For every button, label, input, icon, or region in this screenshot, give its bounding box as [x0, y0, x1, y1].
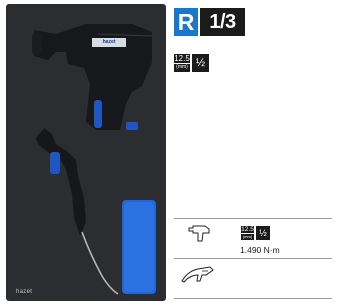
divider-line — [174, 218, 332, 219]
tray-illustration — [32, 24, 156, 295]
module-fraction-badge: 1/3 — [200, 8, 245, 36]
drive-inch-chip: ½ — [192, 54, 209, 72]
tool-mm-value: 12.5 — [241, 226, 254, 233]
tool-inch-chip: ½ — [256, 226, 270, 240]
gun-brand-logo: hazet — [92, 38, 126, 47]
tool-mm-unit: (mm) — [241, 233, 254, 239]
drive-mm-chip: 12.5 (mm) — [174, 54, 190, 72]
divider-line — [174, 258, 332, 259]
blow-gun-shape — [36, 128, 86, 236]
foam-tray: hazet hazet — [6, 4, 166, 301]
torque-value: 1.490 N·m — [240, 245, 280, 255]
tool-mm-chip: 12.5 (mm) — [241, 226, 254, 240]
drive-mm-unit: (mm) — [174, 63, 190, 71]
divider-line — [174, 298, 332, 299]
impact-wrench-icon — [188, 225, 210, 242]
blow-gun-icon — [181, 266, 214, 283]
tray-brand-label: hazet — [16, 289, 33, 295]
drive-mm-value: 12.5 — [174, 54, 190, 63]
size-letter-badge: R — [174, 8, 198, 36]
